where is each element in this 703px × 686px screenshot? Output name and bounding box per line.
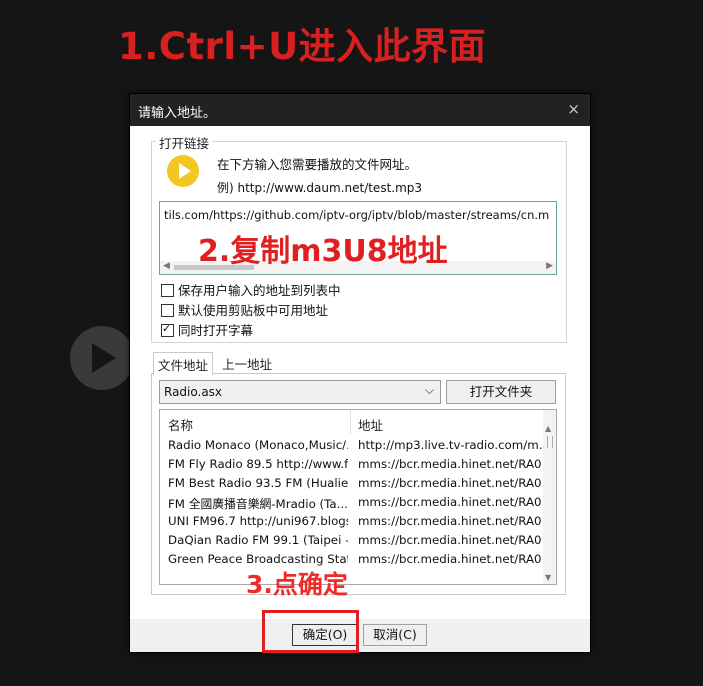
list-item[interactable]: Green Peace Broadcasting Statio... mms:/…	[160, 550, 542, 569]
item-address: mms://bcr.media.hinet.net/RA0...	[358, 495, 542, 509]
list-item[interactable]: UNI FM96.7 http://uni967.blogsp... mms:/…	[160, 512, 542, 531]
list-item[interactable]: DaQian Radio FM 99.1 (Taipei - T... mms:…	[160, 531, 542, 550]
item-name: Radio Monaco (Monaco,Music/...	[168, 438, 348, 452]
item-name: UNI FM96.7 http://uni967.blogsp...	[168, 514, 348, 528]
scroll-up-icon[interactable]: ▲	[545, 424, 551, 433]
chevron-down-icon[interactable]: ⌵	[425, 383, 434, 398]
item-address: mms://bcr.media.hinet.net/RA0...	[358, 457, 542, 471]
checkbox-icon[interactable]	[161, 304, 174, 317]
item-name: FM Fly Radio 89.5 http://www.fly...	[168, 457, 348, 471]
scroll-thumb[interactable]	[547, 436, 553, 448]
checkbox-use-clipboard[interactable]: 默认使用剪贴板中可用地址	[161, 300, 328, 319]
vertical-scrollbar[interactable]: ▲ ▼	[543, 410, 556, 584]
info-text: 在下方输入您需要播放的文件网址。	[217, 157, 418, 172]
scroll-left-icon[interactable]: ◀	[163, 261, 170, 271]
highlight-frame	[262, 610, 359, 653]
list-item[interactable]: FM Best Radio 93.5 FM (Hualien ... mms:/…	[160, 474, 542, 493]
list-item[interactable]: FM 全國廣播音樂網-Mradio (Ta... mms://bcr.media…	[160, 493, 542, 512]
annotation-step1: 1.Ctrl+U进入此界面	[118, 25, 487, 68]
address-list: 名称 地址 Radio Monaco (Monaco,Music/... htt…	[159, 409, 557, 585]
item-name: FM 全國廣播音樂網-Mradio (Ta...	[168, 497, 348, 511]
item-address: http://mp3.live.tv-radio.com/m...	[358, 438, 542, 452]
tab-previous-address[interactable]: 上一地址	[218, 352, 276, 374]
checkbox-open-subtitles[interactable]: 同时打开字幕	[161, 320, 253, 339]
open-url-dialog: 请输入地址。 × 打开链接 在下方输入您需要播放的文件网址。 例) http:/…	[129, 93, 591, 653]
item-address: mms://bcr.media.hinet.net/RA0...	[358, 552, 542, 566]
tab-file-address[interactable]: 文件地址	[153, 352, 214, 375]
annotation-step2: 2.复制m3U8地址	[198, 234, 448, 269]
checkbox-label: 保存用户输入的地址到列表中	[178, 283, 341, 298]
cancel-button[interactable]: 取消(C)	[363, 624, 427, 646]
column-divider[interactable]	[350, 410, 351, 434]
checkbox-save-address[interactable]: 保存用户输入的地址到列表中	[161, 280, 341, 299]
column-header-name[interactable]: 名称	[168, 415, 193, 434]
checkbox-label: 默认使用剪贴板中可用地址	[178, 303, 329, 318]
annotation-step3: 3.点确定	[246, 570, 348, 599]
dialog-titlebar: 请输入地址。 ×	[130, 94, 590, 126]
checkbox-checked-icon[interactable]	[161, 322, 174, 337]
example-text: 例) http://www.daum.net/test.mp3	[217, 181, 423, 195]
scroll-down-icon[interactable]: ▼	[545, 573, 551, 582]
item-address: mms://bcr.media.hinet.net/RA0...	[358, 514, 542, 528]
checkbox-icon[interactable]	[161, 284, 174, 297]
item-address: mms://bcr.media.hinet.net/RA0...	[358, 476, 542, 490]
url-input[interactable]	[164, 206, 550, 224]
close-icon[interactable]: ×	[567, 100, 580, 118]
list-header: 名称 地址	[160, 410, 542, 434]
play-icon	[167, 155, 199, 187]
column-header-address[interactable]: 地址	[358, 415, 383, 434]
group-label: 打开链接	[156, 133, 213, 152]
item-name: Green Peace Broadcasting Statio...	[168, 552, 348, 566]
background-play-icon	[70, 326, 134, 390]
item-name: FM Best Radio 93.5 FM (Hualien ...	[168, 476, 348, 490]
item-address: mms://bcr.media.hinet.net/RA0...	[358, 533, 542, 547]
dialog-title: 请输入地址。	[138, 106, 217, 121]
dialog-footer	[130, 619, 590, 652]
checkbox-label: 同时打开字幕	[178, 323, 254, 338]
list-item[interactable]: FM Fly Radio 89.5 http://www.fly... mms:…	[160, 455, 542, 474]
item-name: DaQian Radio FM 99.1 (Taipei - T...	[168, 533, 348, 547]
list-item[interactable]: Radio Monaco (Monaco,Music/... http://mp…	[160, 436, 542, 455]
select-value: Radio.asx	[164, 385, 223, 399]
open-folder-button[interactable]: 打开文件夹	[446, 380, 556, 404]
scroll-right-icon[interactable]: ▶	[546, 261, 553, 271]
playlist-select[interactable]: Radio.asx ⌵	[159, 380, 441, 404]
